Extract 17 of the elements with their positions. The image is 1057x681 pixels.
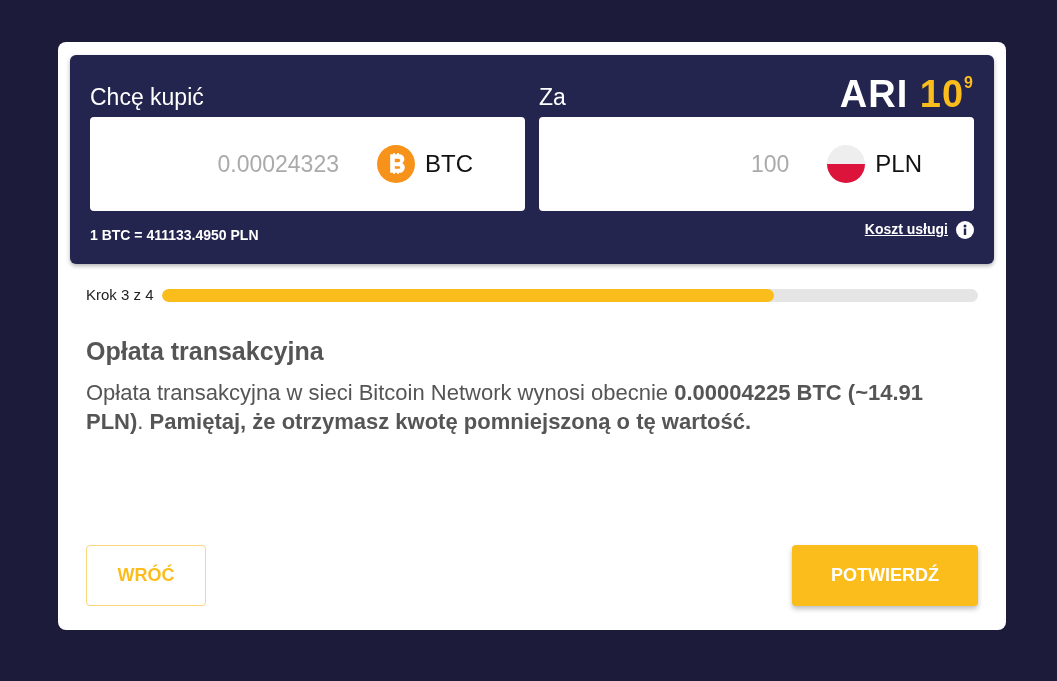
amount-field[interactable]: 0.00024323 [141,145,341,183]
confirm-button[interactable]: POTWIERDŹ [792,545,978,606]
logo: ARI 10$^{9}$ [839,77,974,111]
flag-icon [827,145,866,183]
info-icon[interactable] [956,220,974,239]
amount-field[interactable]: 100 [591,145,792,183]
step-description: Opłata transakcyjna w sieci Bitcoin Network wynosi obecnie 0.00004225 BTC (~14.91 PLN). Pamiętaj, że otrzymasz kwotę pomniejszoną o tę wartość. [86,379,925,436]
currency-label: PLN [875,149,922,179]
exchange-rate: 1 BTC = 411133.4950 PLN [90,226,259,245]
step-counter: Krok 3 z 4 [86,285,154,305]
bitcoin-icon [377,145,415,183]
currency-label: BTC [425,149,473,179]
field-label: Za [539,83,566,111]
field-label: Chcę kupić [90,83,204,111]
back-button[interactable]: WRÓĆ [86,545,206,606]
step-title: Opłata transakcyjna [86,335,325,367]
service-cost-link[interactable]: Koszt usługi [864,219,948,240]
